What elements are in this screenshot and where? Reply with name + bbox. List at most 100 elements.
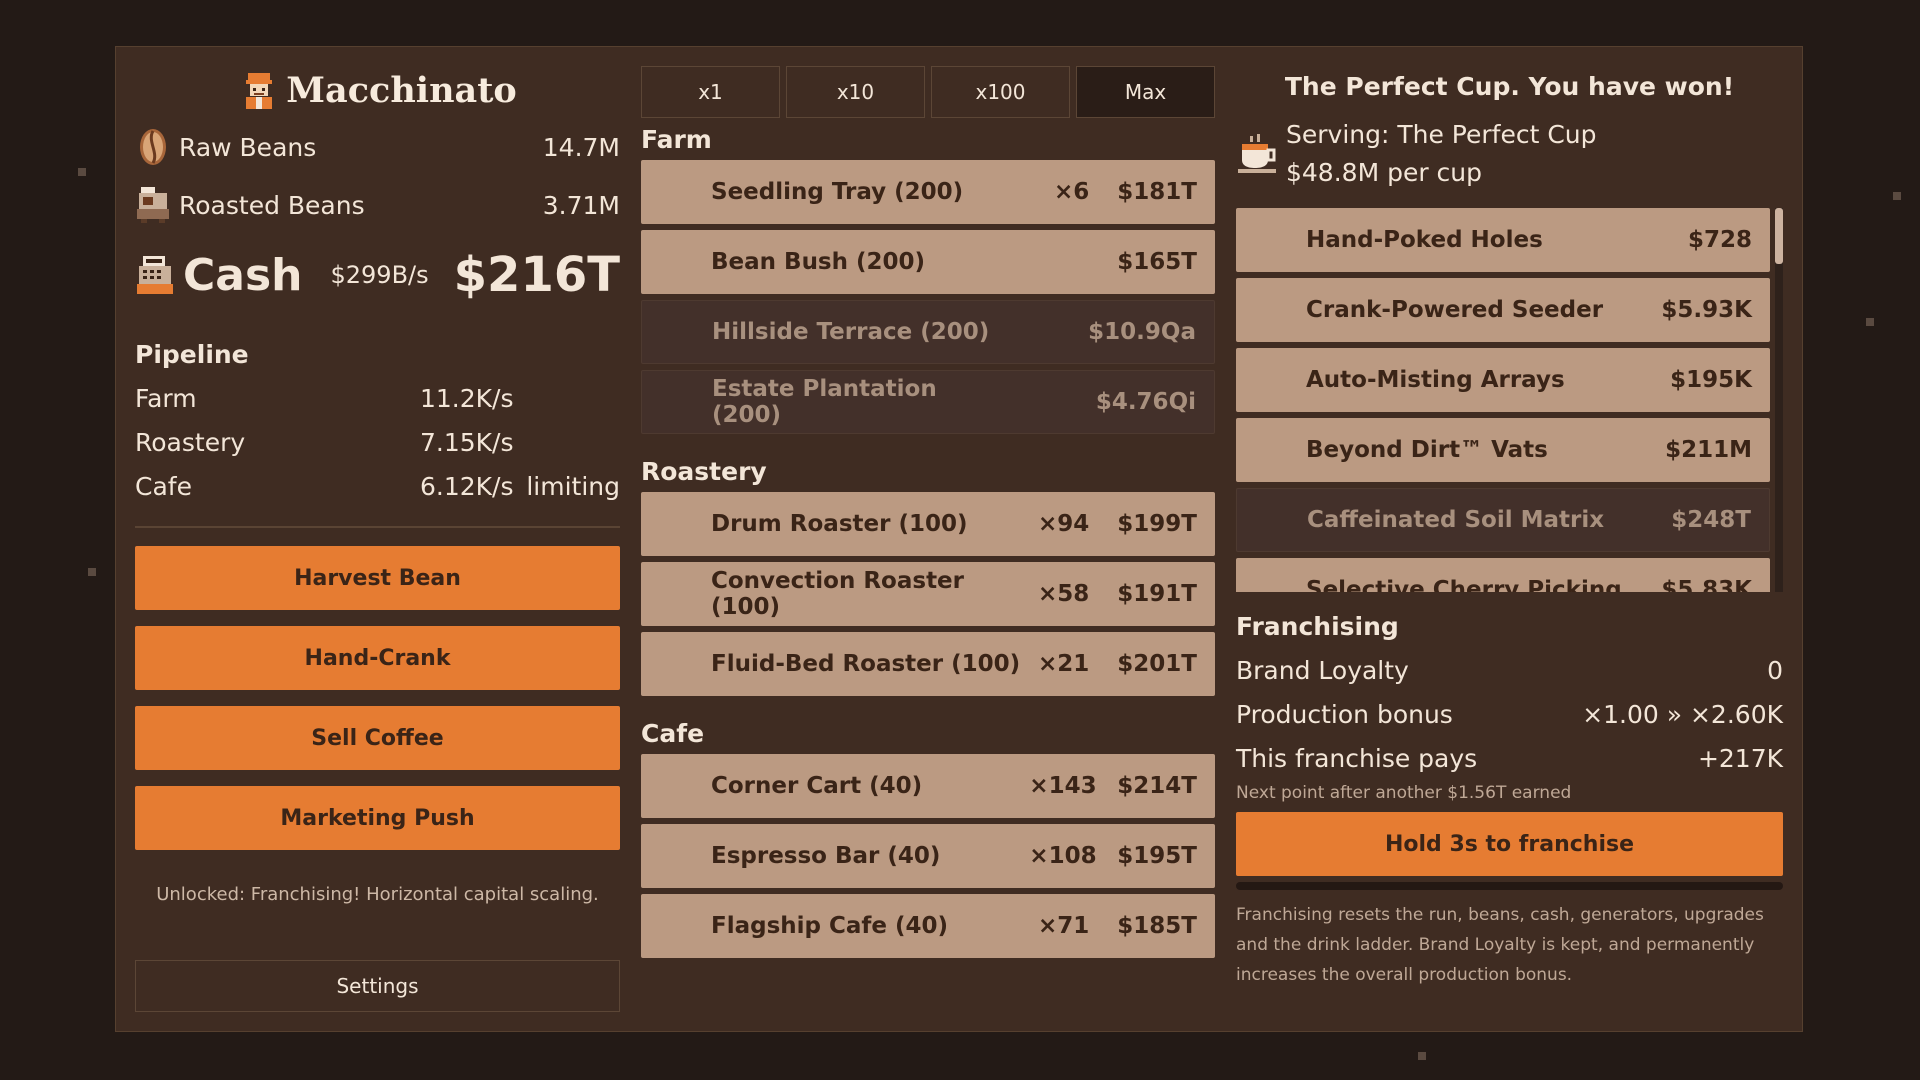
cash-rate: $299B/s: [330, 261, 429, 289]
sell-coffee-button[interactable]: Sell Coffee: [135, 706, 620, 770]
franchise-progress-bar: [1236, 882, 1783, 890]
upgrade-beyond-dirt-vats[interactable]: Beyond Dirt™ Vats $211M: [1236, 418, 1770, 482]
upgrade-price: $5.93K: [1661, 297, 1752, 323]
generator-name: Convection Roaster (100): [711, 568, 964, 620]
cash-label: Cash: [183, 249, 303, 301]
roaster-icon: [137, 187, 169, 223]
upgrade-selective-cherry-picking[interactable]: Selective Cherry Picking $5.83K: [1236, 558, 1770, 592]
pipeline-title: Pipeline: [135, 340, 249, 369]
game-title: Macchinato: [286, 69, 517, 111]
generator-price: $195T: [1117, 843, 1197, 869]
logo: Macchinato: [135, 62, 620, 118]
hand-crank-button[interactable]: Hand-Crank: [135, 626, 620, 690]
left-column: Macchinato Raw Beans 14.7M Roasted Beans…: [135, 62, 620, 905]
right-column: The Perfect Cup. You have won! Serving: …: [1236, 66, 1783, 990]
generator-price: $199T: [1117, 511, 1197, 537]
serving-info: Serving: The Perfect Cup $48.8M per cup: [1236, 116, 1783, 192]
generator-name: Fluid-Bed Roaster (100): [711, 651, 1021, 677]
brand-loyalty-row: Brand Loyalty 0: [1236, 648, 1783, 692]
price-per-cup: $48.8M per cup: [1286, 158, 1483, 187]
generator-price: $185T: [1117, 913, 1197, 939]
upgrade-crank-powered-seeder[interactable]: Crank-Powered Seeder $5.93K: [1236, 278, 1770, 342]
raw-beans-label: Raw Beans: [179, 132, 317, 162]
generator-hillside-terrace[interactable]: Hillside Terrace (200) $10.9Qa: [641, 300, 1215, 364]
generators-column: x1 x10 x100 Max Farm Seedling Tray (200)…: [641, 66, 1215, 958]
scrollbar-thumb[interactable]: [1775, 208, 1783, 264]
upgrade-name: Crank-Powered Seeder: [1306, 297, 1604, 323]
generator-bean-bush[interactable]: Bean Bush (200) $165T: [641, 230, 1215, 294]
generator-count: ×71: [1038, 913, 1090, 939]
coffee-bean-icon: [140, 129, 166, 165]
pipeline-row-cafe: Cafe 6.12K/s limiting: [135, 464, 620, 508]
generator-count: ×143: [1029, 773, 1097, 799]
serving-drink: Serving: The Perfect Cup: [1286, 120, 1597, 149]
franchise-pays-row: This franchise pays +217K: [1236, 736, 1783, 780]
raw-beans-row: Raw Beans 14.7M: [135, 118, 620, 176]
upgrade-name: Caffeinated Soil Matrix: [1307, 507, 1605, 533]
harvest-bean-button[interactable]: Harvest Bean: [135, 546, 620, 610]
generator-flagship-cafe[interactable]: Flagship Cafe (40) ×71 $185T: [641, 894, 1215, 958]
farm-section-title: Farm: [641, 125, 712, 154]
generator-name: Flagship Cafe (40): [711, 913, 949, 939]
upgrade-hand-poked-holes[interactable]: Hand-Poked Holes $728: [1236, 208, 1770, 272]
cash-value: $216T: [453, 247, 620, 303]
generator-count: ×108: [1029, 843, 1097, 869]
generator-espresso-bar[interactable]: Espresso Bar (40) ×108 $195T: [641, 824, 1215, 888]
upgrade-price: $5.83K: [1661, 577, 1752, 592]
upgrade-price: $211M: [1665, 437, 1752, 463]
upgrades-scrollbar[interactable]: [1775, 208, 1783, 592]
raw-beans-value: 14.7M: [542, 132, 620, 162]
franchising-title: Franchising: [1236, 612, 1399, 641]
upgrade-caffeinated-soil-matrix[interactable]: Caffeinated Soil Matrix $248T: [1236, 488, 1770, 552]
generator-count: ×6: [1054, 179, 1090, 205]
generator-count: ×94: [1038, 511, 1090, 537]
cash-register-icon: [137, 256, 173, 294]
upgrade-name: Hand-Poked Holes: [1306, 227, 1543, 253]
roasted-beans-value: 3.71M: [542, 190, 620, 220]
generator-price: $201T: [1117, 651, 1197, 677]
unlock-message: Unlocked: Franchising! Horizontal capita…: [156, 884, 599, 905]
generator-price: $191T: [1117, 581, 1197, 607]
generator-name: Hillside Terrace (200): [712, 319, 990, 345]
next-point-note: Next point after another $1.56T earned: [1236, 783, 1572, 803]
generator-price: $181T: [1117, 179, 1197, 205]
pipeline-name: Farm: [135, 383, 197, 413]
generator-corner-cart[interactable]: Corner Cart (40) ×143 $214T: [641, 754, 1215, 818]
upgrade-name: Selective Cherry Picking: [1306, 577, 1622, 592]
coffee-cup-icon: [1238, 134, 1276, 173]
generator-name: Estate Plantation (200): [712, 376, 937, 428]
generator-fluid-bed-roaster[interactable]: Fluid-Bed Roaster (100) ×21 $201T: [641, 632, 1215, 696]
cafe-section-title: Cafe: [641, 719, 705, 748]
pipeline-name: Roastery: [135, 427, 246, 457]
franchise-button[interactable]: Hold 3s to franchise: [1236, 812, 1783, 876]
multiplier-x1-button[interactable]: x1: [641, 66, 780, 118]
roasted-beans-row: Roasted Beans 3.71M: [135, 176, 620, 234]
brand-loyalty-label: Brand Loyalty: [1236, 655, 1409, 685]
generator-count: ×58: [1038, 581, 1090, 607]
generator-estate-plantation[interactable]: Estate Plantation (200) $4.76Qi: [641, 370, 1215, 434]
generator-seedling-tray[interactable]: Seedling Tray (200) ×6 $181T: [641, 160, 1215, 224]
pipeline-rate: 7.15K/s: [420, 427, 514, 457]
upgrade-price: $728: [1687, 227, 1752, 253]
multiplier-x100-button[interactable]: x100: [931, 66, 1070, 118]
upgrade-name: Auto-Misting Arrays: [1306, 367, 1565, 393]
settings-button[interactable]: Settings: [135, 960, 620, 1012]
generator-convection-roaster[interactable]: Convection Roaster (100) ×58 $191T: [641, 562, 1215, 626]
multiplier-selector: x1 x10 x100 Max: [641, 66, 1215, 118]
multiplier-max-button[interactable]: Max: [1076, 66, 1215, 118]
generator-name: Seedling Tray (200): [711, 179, 964, 205]
marketing-push-button[interactable]: Marketing Push: [135, 786, 620, 850]
upgrades-list[interactable]: Hand-Poked Holes $728 Crank-Powered Seed…: [1236, 208, 1783, 592]
multiplier-x10-button[interactable]: x10: [786, 66, 925, 118]
generator-drum-roaster[interactable]: Drum Roaster (100) ×94 $199T: [641, 492, 1215, 556]
generator-price: $4.76Qi: [1095, 389, 1196, 415]
generator-count: ×21: [1038, 651, 1090, 677]
win-message: The Perfect Cup. You have won!: [1284, 71, 1735, 101]
franchise-pays-value: +217K: [1697, 743, 1783, 773]
generator-name: Bean Bush (200): [711, 249, 926, 275]
generator-name: Drum Roaster (100): [711, 511, 968, 537]
upgrade-price: $248T: [1671, 507, 1751, 533]
generator-name: Corner Cart (40): [711, 773, 923, 799]
generator-price: $214T: [1117, 773, 1197, 799]
upgrade-auto-misting-arrays[interactable]: Auto-Misting Arrays $195K: [1236, 348, 1770, 412]
